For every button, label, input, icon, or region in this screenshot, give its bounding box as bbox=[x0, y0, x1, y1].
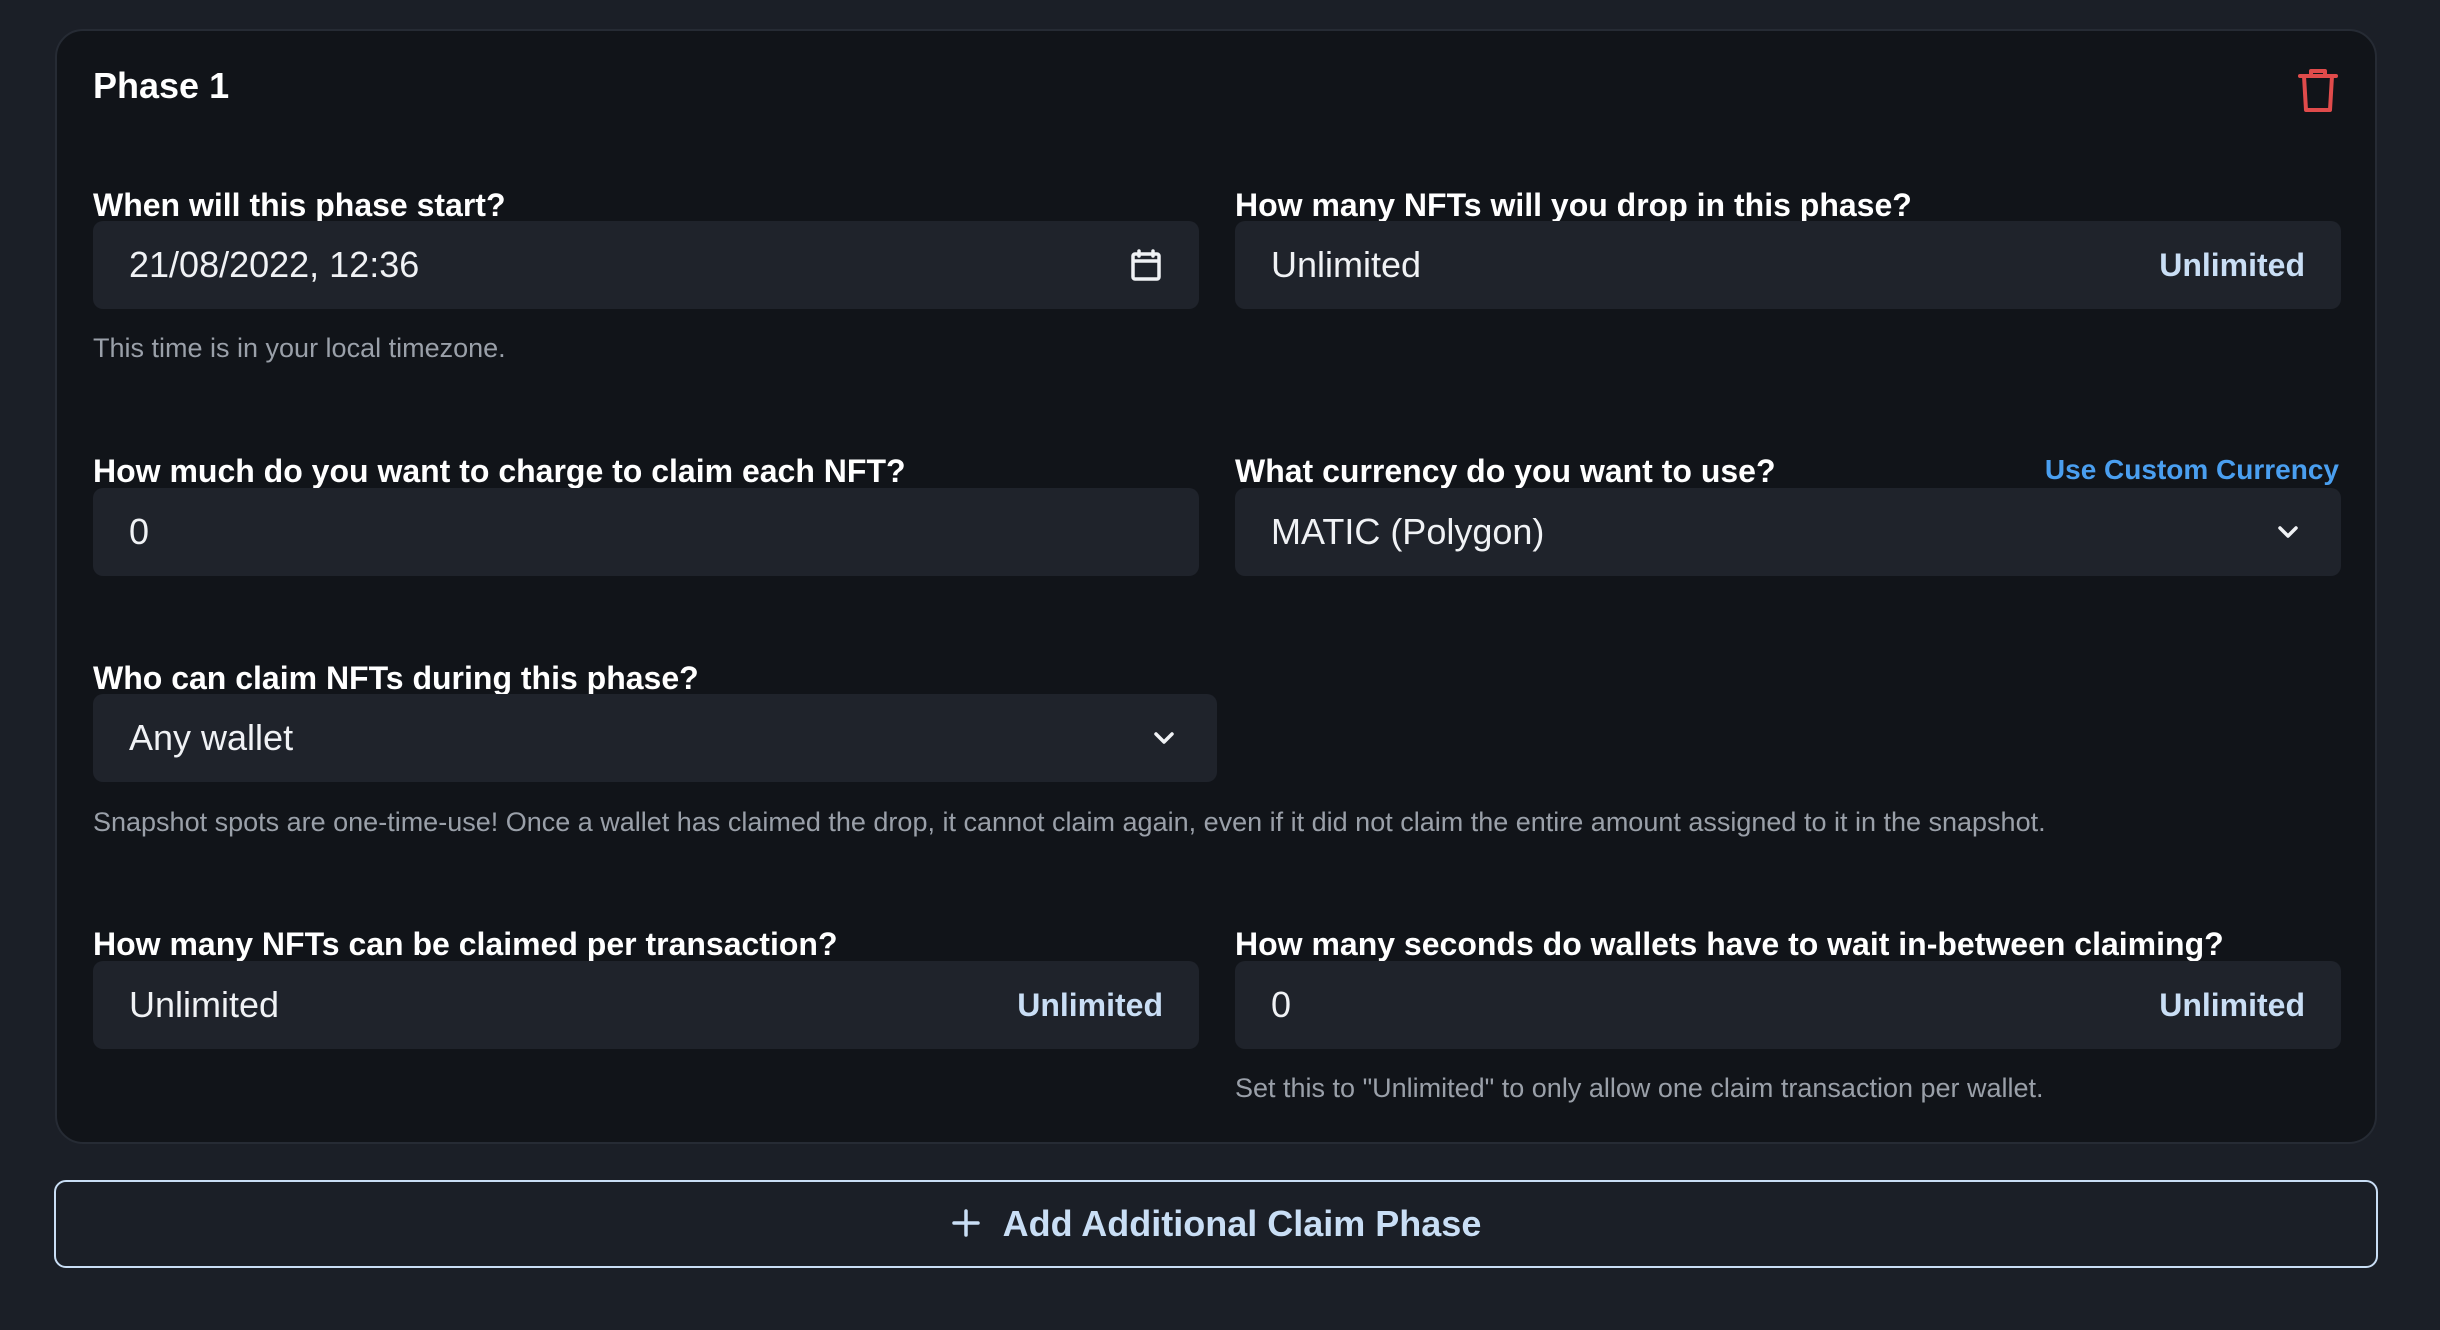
chevron-down-icon bbox=[2271, 515, 2305, 549]
who-can-claim-label: Who can claim NFTs during this phase? bbox=[93, 660, 699, 696]
max-supply-input[interactable]: Unlimited Unlimited bbox=[1235, 221, 2341, 309]
add-claim-phase-label: Add Additional Claim Phase bbox=[1002, 1203, 1482, 1244]
start-date-value: 21/08/2022, 12:36 bbox=[129, 244, 420, 285]
who-can-claim-select[interactable]: Any wallet bbox=[93, 694, 1217, 782]
per-transaction-value: Unlimited bbox=[129, 984, 280, 1025]
start-date-label: When will this phase start? bbox=[93, 187, 506, 223]
wait-seconds-unlimited-button[interactable]: Unlimited bbox=[2159, 987, 2305, 1024]
wait-seconds-help: Set this to "Unlimited" to only allow on… bbox=[1235, 1073, 2044, 1103]
chevron-down-icon bbox=[1147, 721, 1181, 755]
plus-icon bbox=[951, 1202, 981, 1246]
snapshot-help: Snapshot spots are one-time-use! Once a … bbox=[93, 807, 2046, 837]
wait-seconds-label: How many seconds do wallets have to wait… bbox=[1235, 926, 2224, 962]
phase-title: Phase 1 bbox=[93, 65, 230, 106]
per-transaction-label: How many NFTs can be claimed per transac… bbox=[93, 926, 838, 962]
start-date-help: This time is in your local timezone. bbox=[93, 333, 506, 363]
wait-seconds-input[interactable]: 0 Unlimited bbox=[1235, 961, 2341, 1049]
who-can-claim-value: Any wallet bbox=[129, 717, 294, 758]
price-input[interactable]: 0 bbox=[93, 488, 1199, 576]
use-custom-currency-link[interactable]: Use Custom Currency bbox=[2045, 454, 2339, 486]
wait-seconds-value: 0 bbox=[1271, 984, 1292, 1025]
per-transaction-unlimited-button[interactable]: Unlimited bbox=[1017, 987, 1163, 1024]
calendar-icon[interactable] bbox=[1129, 248, 1163, 282]
max-supply-label: How many NFTs will you drop in this phas… bbox=[1235, 187, 1912, 223]
price-label: How much do you want to charge to claim … bbox=[93, 453, 906, 489]
start-date-input[interactable]: 21/08/2022, 12:36 bbox=[93, 221, 1199, 309]
max-supply-value: Unlimited bbox=[1271, 244, 1422, 285]
price-value: 0 bbox=[129, 511, 150, 552]
trash-icon[interactable] bbox=[2296, 66, 2340, 114]
claim-phase-card: Phase 1 When will this phase start? 21/0… bbox=[55, 29, 2377, 1144]
per-transaction-input[interactable]: Unlimited Unlimited bbox=[93, 961, 1199, 1049]
currency-value: MATIC (Polygon) bbox=[1271, 511, 1545, 552]
add-claim-phase-button[interactable]: Add Additional Claim Phase bbox=[54, 1180, 2378, 1268]
currency-select[interactable]: MATIC (Polygon) bbox=[1235, 488, 2341, 576]
max-supply-unlimited-button[interactable]: Unlimited bbox=[2159, 247, 2305, 284]
currency-label: What currency do you want to use? bbox=[1235, 453, 1776, 489]
